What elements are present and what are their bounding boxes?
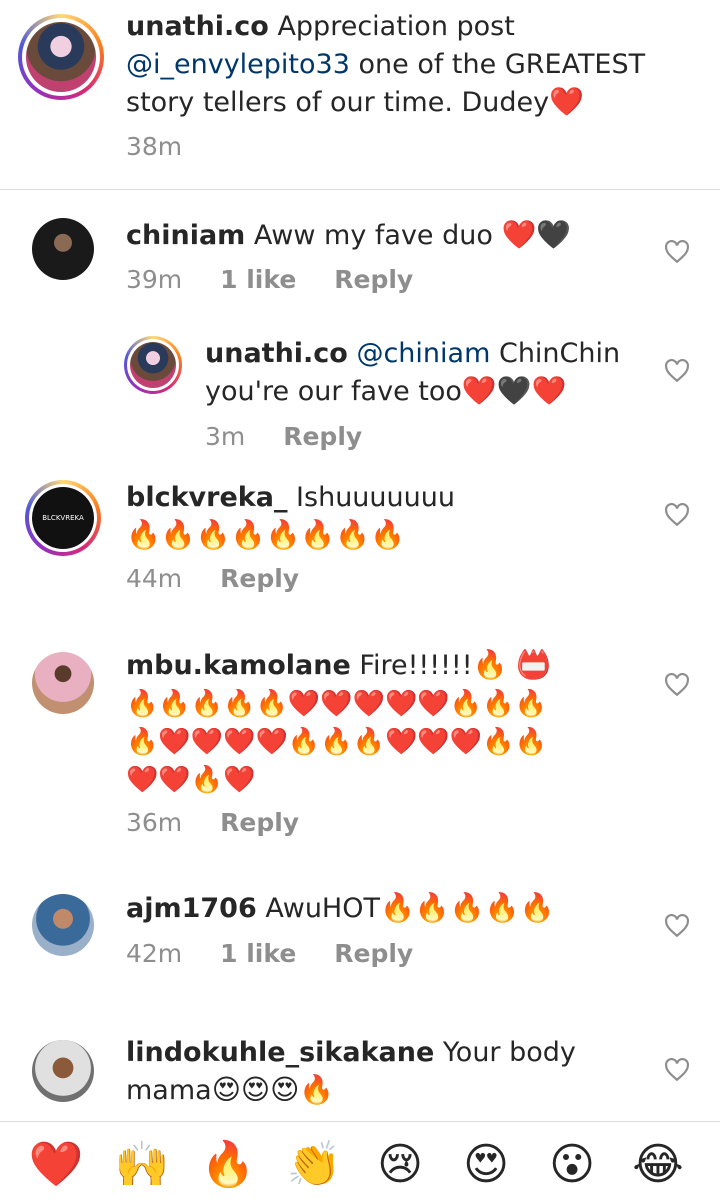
comment-username[interactable]: ajm1706	[126, 893, 257, 924]
comment-time: 42m	[126, 939, 183, 968]
comment-item: mbu.kamolane Fire!!!!!!🔥 📛 🔥🔥🔥🔥🔥❤️❤️❤️❤️…	[0, 640, 720, 860]
caption-text-part3: story tellers of our time. Dudey	[126, 87, 550, 118]
reply-comment-item: unathi.co @chiniam ChinChin you're our f…	[0, 330, 720, 470]
heart-outline-icon[interactable]	[664, 503, 690, 527]
comment-body: Your body	[442, 1037, 576, 1068]
comment-username[interactable]: chiniam	[126, 220, 245, 251]
comment-likes[interactable]: 1 like	[220, 939, 296, 968]
comment-text: ajm1706 AwuHOT🔥🔥🔥🔥🔥	[126, 890, 646, 928]
comment-username[interactable]: lindokuhle_sikakane	[126, 1037, 434, 1068]
reaction-clapping-hands-icon[interactable]: 👏	[284, 1140, 344, 1190]
comment-text: mbu.kamolane Fire!!!!!!🔥 📛 🔥🔥🔥🔥🔥❤️❤️❤️❤️…	[126, 647, 596, 799]
comment-text: chiniam Aww my fave duo ❤️🖤	[126, 217, 646, 255]
caption-time: 38m	[126, 132, 183, 161]
avatar-logo-text: BLCKVREKA	[32, 487, 94, 549]
reply-button[interactable]: Reply	[220, 808, 299, 837]
comment-username[interactable]: unathi.co	[205, 338, 348, 369]
comment-emoji-line-3: ❤️❤️🔥❤️	[126, 765, 256, 795]
comment-body: Ishuuuuuuu	[296, 482, 455, 513]
comment-emoji: 🔥🔥🔥🔥🔥	[379, 891, 555, 924]
heart-outline-icon[interactable]	[664, 1058, 690, 1082]
comment-meta: 36m Reply	[126, 808, 329, 837]
comment-body-2: mama	[126, 1075, 212, 1106]
comment-body: Aww my fave duo	[253, 220, 493, 251]
comment-text: unathi.co @chiniam ChinChin you're our f…	[205, 335, 655, 411]
comment-body-2: you're our fave too	[205, 376, 462, 407]
heart-outline-icon[interactable]	[664, 914, 690, 938]
comment-item: BLCKVREKA blckvreka_ Ishuuuuuuu 🔥🔥🔥🔥🔥🔥🔥🔥…	[0, 470, 720, 630]
comment-avatar[interactable]: BLCKVREKA	[25, 480, 101, 556]
reaction-tears-of-joy-icon[interactable]: 😂	[628, 1140, 688, 1190]
caption-block: unathi.co Appreciation post @i_envylepit…	[0, 0, 720, 190]
comment-avatar[interactable]	[32, 1040, 94, 1102]
comment-body: ChinChin	[498, 338, 621, 369]
reaction-red-heart-icon[interactable]: ❤️	[26, 1140, 86, 1190]
comment-item: chiniam Aww my fave duo ❤️🖤 39m 1 like R…	[0, 190, 720, 320]
comment-avatar[interactable]	[32, 652, 94, 714]
comment-meta: 3m Reply	[205, 422, 392, 451]
reaction-fire-icon[interactable]: 🔥	[198, 1140, 258, 1190]
comment-time: 44m	[126, 564, 183, 593]
comment-username[interactable]: mbu.kamolane	[126, 650, 351, 681]
caption-emoji: ❤️	[549, 85, 584, 118]
heart-outline-icon[interactable]	[664, 673, 690, 697]
heart-outline-icon[interactable]	[664, 359, 690, 383]
caption-text-part2: one of the GREATEST	[358, 49, 646, 80]
comment-meta: 39m 1 like Reply	[126, 265, 443, 294]
comment-emoji: 😍😍😍🔥	[211, 1073, 335, 1106]
comment-emoji-line-1: 🔥🔥🔥🔥🔥❤️❤️❤️❤️❤️🔥🔥🔥	[126, 689, 547, 719]
comment-emoji: ❤️🖤❤️	[461, 374, 567, 407]
comment-time: 39m	[126, 265, 183, 294]
comment-body: AwuHOT	[265, 893, 380, 924]
reply-button[interactable]: Reply	[283, 422, 362, 451]
reaction-heart-eyes-icon[interactable]: 😍	[456, 1140, 516, 1190]
comment-avatar[interactable]	[32, 218, 94, 280]
comment-likes[interactable]: 1 like	[220, 265, 296, 294]
comment-avatar[interactable]	[124, 336, 182, 394]
comment-meta: 44m Reply	[126, 564, 329, 593]
comment-mention[interactable]: @chiniam	[356, 338, 490, 369]
comment-item: ajm1706 AwuHOT🔥🔥🔥🔥🔥 42m 1 like Reply	[0, 880, 720, 1000]
caption-avatar[interactable]	[18, 14, 104, 100]
comment-emoji: ❤️🖤	[501, 218, 572, 251]
emoji-reaction-bar: ❤️ 🙌 🔥 👏 😢 😍 😮 😂	[0, 1121, 720, 1202]
comment-emoji-line-2: 🔥❤️❤️❤️❤️🔥🔥🔥❤️❤️❤️🔥🔥	[126, 727, 547, 757]
caption-mention[interactable]: @i_envylepito33	[126, 49, 350, 80]
comment-emoji-inline: 🔥 📛	[472, 648, 552, 681]
reply-button[interactable]: Reply	[334, 265, 413, 294]
comment-text: blckvreka_ Ishuuuuuuu 🔥🔥🔥🔥🔥🔥🔥🔥	[126, 479, 646, 555]
reaction-crying-face-icon[interactable]: 😢	[370, 1140, 430, 1190]
comment-time: 3m	[205, 422, 246, 451]
caption-username[interactable]: unathi.co	[126, 11, 269, 42]
comment-time: 36m	[126, 808, 183, 837]
comment-item: lindokuhle_sikakane Your body mama😍😍😍🔥	[0, 1030, 720, 1120]
caption-text-part1: Appreciation post	[277, 11, 515, 42]
caption-text: unathi.co Appreciation post @i_envylepit…	[126, 8, 696, 122]
reaction-raising-hands-icon[interactable]: 🙌	[112, 1140, 172, 1190]
reply-button[interactable]: Reply	[220, 564, 299, 593]
comment-meta: 42m 1 like Reply	[126, 939, 443, 968]
comment-text: lindokuhle_sikakane Your body mama😍😍😍🔥	[126, 1034, 626, 1110]
comment-emoji: 🔥🔥🔥🔥🔥🔥🔥🔥	[126, 518, 405, 551]
reaction-surprised-face-icon[interactable]: 😮	[542, 1140, 602, 1190]
reply-button[interactable]: Reply	[334, 939, 413, 968]
comment-avatar[interactable]	[32, 894, 94, 956]
heart-outline-icon[interactable]	[664, 240, 690, 264]
comment-username[interactable]: blckvreka_	[126, 482, 287, 513]
comment-body: Fire!!!!!!	[359, 650, 473, 681]
